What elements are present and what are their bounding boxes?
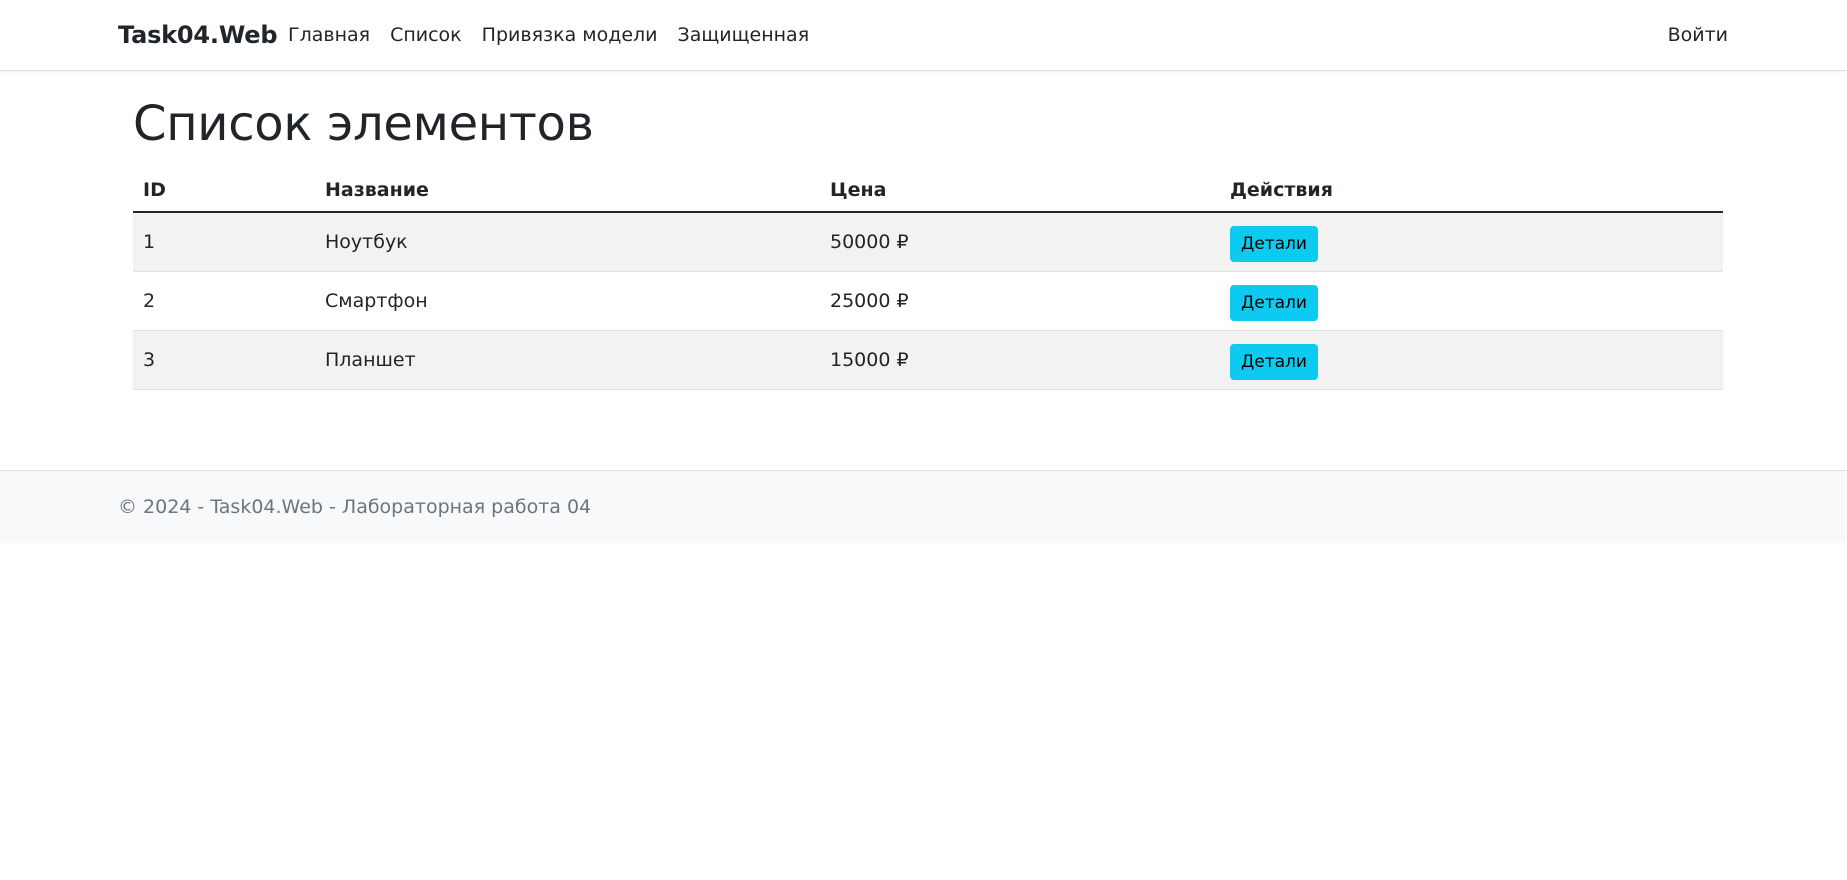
details-button[interactable]: Детали xyxy=(1230,343,1318,380)
login-link[interactable]: Войти xyxy=(1668,0,1728,70)
table-row: 1 Ноутбук 50000 ₽ Детали xyxy=(133,211,1723,272)
nav-links: Главная Список Привязка модели Защищенна… xyxy=(288,0,809,70)
footer-text: © 2024 - Task04.Web - Лабораторная работ… xyxy=(118,496,592,518)
table-body: 1 Ноутбук 50000 ₽ Детали 2 Смартфон 2500… xyxy=(133,211,1723,390)
nav-link-model-binding[interactable]: Привязка модели xyxy=(482,24,658,46)
cell-id: 2 xyxy=(133,271,315,331)
table-header-row: ID Название Цена Действия xyxy=(133,168,1723,213)
main-content: Список элементов ID Название Цена Действ… xyxy=(133,70,1723,390)
cell-actions: Детали xyxy=(1220,271,1723,331)
header-id: ID xyxy=(133,168,315,213)
header-price: Цена xyxy=(820,168,1220,213)
cell-id: 1 xyxy=(133,211,315,272)
cell-name: Ноутбук xyxy=(315,211,820,272)
cell-name: Смартфон xyxy=(315,271,820,331)
cell-id: 3 xyxy=(133,330,315,390)
header-actions: Действия xyxy=(1220,168,1723,213)
details-button[interactable]: Детали xyxy=(1230,284,1318,321)
cell-price: 15000 ₽ xyxy=(820,330,1220,390)
header-name: Название xyxy=(315,168,820,213)
items-table: ID Название Цена Действия 1 Ноутбук 5000… xyxy=(133,168,1723,390)
cell-name: Планшет xyxy=(315,330,820,390)
table-header: ID Название Цена Действия xyxy=(133,168,1723,213)
cell-price: 25000 ₽ xyxy=(820,271,1220,331)
footer: © 2024 - Task04.Web - Лабораторная работ… xyxy=(0,470,1847,543)
page-title: Список элементов xyxy=(133,96,594,152)
nav-link-list[interactable]: Список xyxy=(390,24,462,46)
table-row: 3 Планшет 15000 ₽ Детали xyxy=(133,330,1723,390)
navbar: Task04.Web Главная Список Привязка модел… xyxy=(0,0,1847,71)
table-row: 2 Смартфон 25000 ₽ Детали xyxy=(133,271,1723,331)
cell-actions: Детали xyxy=(1220,211,1723,272)
nav-link-protected[interactable]: Защищенная xyxy=(678,24,810,46)
cell-actions: Детали xyxy=(1220,330,1723,390)
nav-link-home[interactable]: Главная xyxy=(288,24,370,46)
cell-price: 50000 ₽ xyxy=(820,211,1220,272)
brand-link[interactable]: Task04.Web xyxy=(118,0,278,70)
details-button[interactable]: Детали xyxy=(1230,225,1318,262)
